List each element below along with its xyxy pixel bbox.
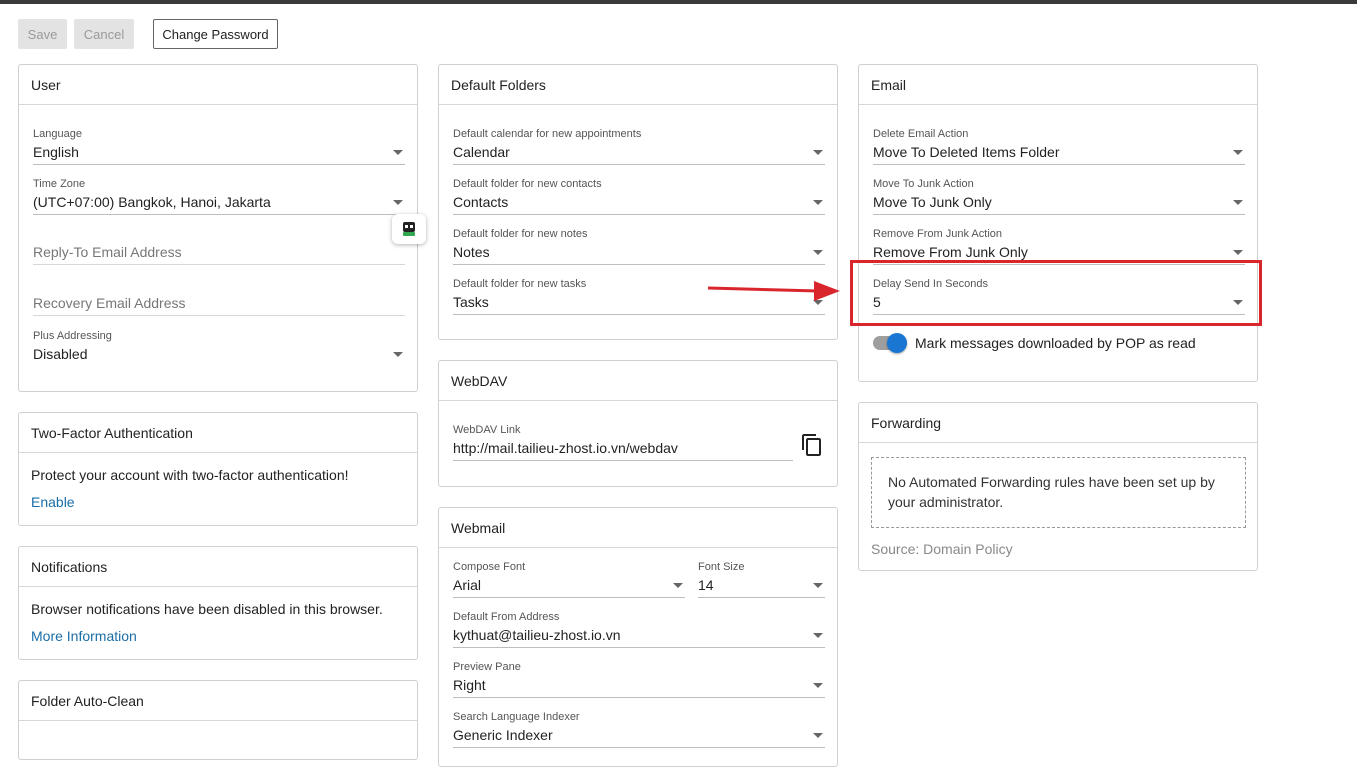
delete-email-action-value: Move To Deleted Items Folder: [873, 144, 1060, 160]
move-to-junk-value: Move To Junk Only: [873, 194, 992, 210]
default-from-label: Default From Address: [453, 611, 560, 623]
default-contacts-label: Default folder for new contacts: [453, 178, 602, 190]
font-size-value: 14: [698, 577, 714, 593]
two-factor-title: Two-Factor Authentication: [19, 413, 417, 453]
change-password-button[interactable]: Change Password: [153, 19, 278, 49]
move-to-junk-label: Move To Junk Action: [873, 178, 974, 190]
reply-to-input[interactable]: Reply-To Email Address: [33, 239, 405, 265]
font-size-select[interactable]: Font Size 14: [698, 560, 825, 598]
annotation-arrow-icon: [707, 281, 840, 301]
two-factor-card: Two-Factor Authentication Protect your a…: [18, 412, 418, 526]
default-from-select[interactable]: Default From Address kythuat@tailieu-zho…: [453, 610, 825, 648]
language-label: Language: [33, 128, 82, 140]
chevron-down-icon: [1233, 150, 1243, 155]
notifications-text: Browser notifications have been disabled…: [31, 601, 383, 617]
preview-pane-label: Preview Pane: [453, 661, 521, 673]
enable-two-factor-link[interactable]: Enable: [31, 494, 75, 510]
default-calendar-select[interactable]: Default calendar for new appointments Ca…: [453, 127, 825, 165]
cancel-button[interactable]: Cancel: [74, 19, 134, 49]
plus-addressing-label: Plus Addressing: [33, 330, 112, 342]
chevron-down-icon: [1233, 200, 1243, 205]
email-title: Email: [859, 65, 1257, 105]
language-select[interactable]: Language English: [33, 127, 405, 165]
notifications-card: Notifications Browser notifications have…: [18, 546, 418, 660]
top-bar: [0, 0, 1357, 4]
chevron-down-icon: [813, 583, 823, 588]
webdav-card: WebDAV WebDAV Link http://mail.tailieu-z…: [438, 360, 838, 487]
chevron-down-icon: [813, 633, 823, 638]
folder-auto-clean-title: Folder Auto-Clean: [19, 681, 417, 721]
default-calendar-label: Default calendar for new appointments: [453, 128, 642, 140]
webdav-link-field[interactable]: WebDAV Link http://mail.tailieu-zhost.io…: [453, 423, 793, 461]
default-contacts-value: Contacts: [453, 194, 509, 210]
remove-from-junk-label: Remove From Junk Action: [873, 228, 1002, 240]
chevron-down-icon: [673, 583, 683, 588]
user-card-title: User: [19, 65, 417, 105]
pop-read-toggle[interactable]: [871, 331, 911, 355]
webmail-card: Webmail Compose Font Arial Font Size 14 …: [438, 507, 838, 767]
default-contacts-select[interactable]: Default folder for new contacts Contacts: [453, 177, 825, 215]
search-indexer-label: Search Language Indexer: [453, 711, 580, 723]
compose-font-value: Arial: [453, 577, 482, 593]
compose-font-select[interactable]: Compose Font Arial: [453, 560, 685, 598]
email-card: Email Delete Email Action Move To Delete…: [858, 64, 1258, 382]
webmail-title: Webmail: [439, 508, 837, 548]
chevron-down-icon: [393, 200, 403, 205]
assistant-robot-icon[interactable]: [392, 214, 426, 244]
preview-pane-select[interactable]: Preview Pane Right: [453, 660, 825, 698]
webdav-link-label: WebDAV Link: [453, 424, 521, 436]
chevron-down-icon: [813, 200, 823, 205]
folder-auto-clean-card: Folder Auto-Clean: [18, 680, 418, 760]
timezone-label: Time Zone: [33, 178, 86, 190]
delete-email-action-select[interactable]: Delete Email Action Move To Deleted Item…: [873, 127, 1245, 165]
default-folders-title: Default Folders: [439, 65, 837, 105]
toggle-knob: [887, 333, 907, 353]
language-value: English: [33, 144, 79, 160]
default-calendar-value: Calendar: [453, 144, 510, 160]
notifications-title: Notifications: [19, 547, 417, 587]
plus-addressing-value: Disabled: [33, 346, 88, 362]
search-indexer-value: Generic Indexer: [453, 727, 553, 743]
delete-email-action-label: Delete Email Action: [873, 128, 969, 140]
remove-from-junk-value: Remove From Junk Only: [873, 244, 1028, 260]
two-factor-text: Protect your account with two-factor aut…: [31, 467, 349, 483]
pop-read-label: Mark messages downloaded by POP as read: [915, 335, 1196, 351]
forwarding-card: Forwarding No Automated Forwarding rules…: [858, 402, 1258, 571]
webdav-link-value: http://mail.tailieu-zhost.io.vn/webdav: [453, 440, 678, 456]
timezone-select[interactable]: Time Zone (UTC+07:00) Bangkok, Hanoi, Ja…: [33, 177, 405, 215]
save-button[interactable]: Save: [18, 19, 67, 49]
font-size-label: Font Size: [698, 561, 745, 573]
chevron-down-icon: [393, 150, 403, 155]
highlight-box: [850, 260, 1262, 326]
search-indexer-select[interactable]: Search Language Indexer Generic Indexer: [453, 710, 825, 748]
default-notes-value: Notes: [453, 244, 490, 260]
default-from-value: kythuat@tailieu-zhost.io.vn: [453, 627, 621, 643]
compose-font-label: Compose Font: [453, 561, 526, 573]
user-card: User Language English Time Zone (UTC+07:…: [18, 64, 418, 392]
forwarding-message: No Automated Forwarding rules have been …: [871, 457, 1246, 528]
recovery-email-input[interactable]: Recovery Email Address: [33, 290, 405, 316]
chevron-down-icon: [813, 250, 823, 255]
plus-addressing-select[interactable]: Plus Addressing Disabled: [33, 329, 405, 367]
chevron-down-icon: [813, 683, 823, 688]
reply-to-placeholder: Reply-To Email Address: [33, 239, 405, 265]
default-tasks-value: Tasks: [453, 294, 489, 310]
chevron-down-icon: [1233, 250, 1243, 255]
chevron-down-icon: [393, 352, 403, 357]
recovery-email-placeholder: Recovery Email Address: [33, 290, 405, 316]
forwarding-source: Source: Domain Policy: [871, 541, 1013, 557]
forwarding-title: Forwarding: [859, 403, 1257, 443]
more-information-link[interactable]: More Information: [31, 628, 137, 644]
default-notes-label: Default folder for new notes: [453, 228, 588, 240]
chevron-down-icon: [813, 150, 823, 155]
preview-pane-value: Right: [453, 677, 486, 693]
chevron-down-icon: [813, 733, 823, 738]
default-notes-select[interactable]: Default folder for new notes Notes: [453, 227, 825, 265]
webdav-title: WebDAV: [439, 361, 837, 401]
timezone-value: (UTC+07:00) Bangkok, Hanoi, Jakarta: [33, 194, 271, 210]
move-to-junk-select[interactable]: Move To Junk Action Move To Junk Only: [873, 177, 1245, 215]
copy-icon[interactable]: [800, 433, 824, 457]
